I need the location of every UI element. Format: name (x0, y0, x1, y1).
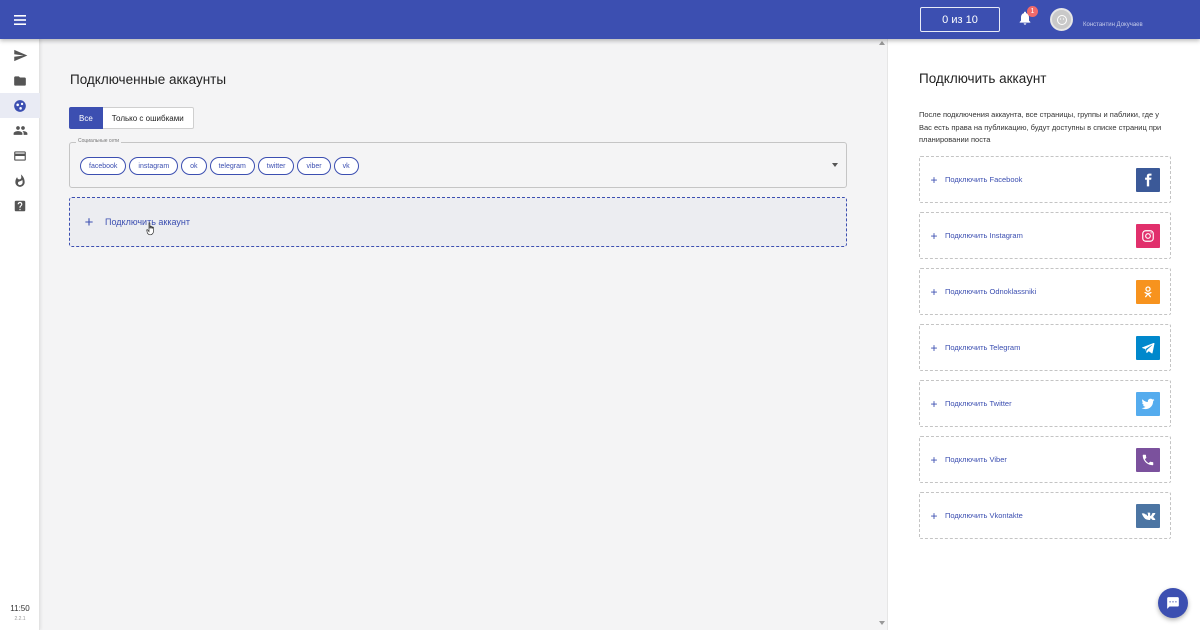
credit-card-icon (14, 150, 26, 161)
social-networks-label: Социальные сети (76, 138, 122, 144)
connect-instagram-button[interactable]: + Подключить Instagram (919, 212, 1171, 259)
connect-twitter-label: Подключить Twitter (945, 399, 1012, 408)
app-version: 2.2.1 (14, 616, 26, 622)
help-icon (14, 200, 26, 211)
facebook-icon (1136, 168, 1160, 192)
sidebar-item-help[interactable] (0, 193, 40, 218)
connect-list: + Подключить Facebook + Подключить Insta… (919, 156, 1171, 548)
vk-icon (1136, 504, 1160, 528)
chat-icon (1167, 597, 1179, 609)
telegram-icon (1136, 336, 1160, 360)
connect-vkontakte-button[interactable]: + Подключить Vkontakte (919, 492, 1171, 539)
sidebar-item-trending[interactable] (0, 168, 40, 193)
plus-icon: + (930, 172, 938, 187)
instagram-icon (1136, 224, 1160, 248)
scroll-down-icon[interactable] (879, 621, 885, 625)
connect-panel-title: Подключить аккаунт (919, 71, 1047, 86)
sidebar: 11:50 2.2.1 (0, 39, 40, 630)
chip-telegram[interactable]: telegram (209, 157, 255, 175)
connect-panel-description: После подключения аккаунта, все страницы… (919, 110, 1162, 144)
connect-telegram-button[interactable]: + Подключить Telegram (919, 324, 1171, 371)
fire-icon (15, 173, 25, 187)
plus-icon: + (930, 284, 938, 299)
notification-count-badge: 1 (1027, 6, 1038, 17)
connect-facebook-label: Подключить Facebook (945, 175, 1023, 184)
social-networks-icon (14, 99, 26, 112)
chip-instagram[interactable]: instagram (129, 157, 179, 175)
connect-odnoklassniki-button[interactable]: + Подключить Odnoklassniki (919, 268, 1171, 315)
connect-telegram-label: Подключить Telegram (945, 343, 1021, 352)
connect-facebook-button[interactable]: + Подключить Facebook (919, 156, 1171, 203)
filter-toggle-group: Все Только с ошибками (69, 107, 194, 129)
chip-facebook[interactable]: facebook (80, 157, 127, 175)
page-title: Подключенные аккаунты (70, 72, 227, 87)
connect-vkontakte-label: Подключить Vkontakte (945, 511, 1023, 520)
chevron-down-icon[interactable] (832, 163, 838, 167)
scroll-up-icon[interactable] (879, 41, 885, 45)
main-content: Подключенные аккаунты Все Только с ошибк… (40, 39, 885, 630)
chat-button[interactable] (1158, 588, 1188, 618)
chip-vk[interactable]: vk (333, 157, 359, 175)
twitter-icon (1136, 392, 1160, 416)
add-account-button[interactable]: + Подключить аккаунт (69, 197, 847, 247)
menu-icon[interactable] (0, 0, 40, 39)
connect-panel: Подключить аккаунт После подключения акк… (887, 39, 1200, 630)
plus-icon: + (930, 508, 938, 523)
connect-viber-button[interactable]: + Подключить Viber (919, 436, 1171, 483)
connect-twitter-button[interactable]: + Подключить Twitter (919, 380, 1171, 427)
avatar[interactable] (1050, 8, 1073, 31)
send-icon (13, 49, 27, 62)
network-chips: facebook instagram ok telegram twitter v… (80, 157, 359, 175)
plus-icon: + (930, 228, 938, 243)
folder-icon (14, 75, 26, 86)
social-networks-select[interactable]: Социальные сети facebook instagram ok te… (69, 138, 847, 188)
sidebar-item-social-networks[interactable] (0, 93, 40, 118)
connect-odnoklassniki-label: Подключить Odnoklassniki (945, 287, 1037, 296)
connect-instagram-label: Подключить Instagram (945, 231, 1023, 240)
plus-icon: + (930, 396, 938, 411)
chip-ok[interactable]: ok (181, 157, 207, 175)
odnoklassniki-icon (1136, 280, 1160, 304)
filter-all-button[interactable]: Все (69, 107, 103, 129)
viber-icon (1136, 448, 1160, 472)
posts-counter-button[interactable]: 0 из 10 (920, 7, 1000, 32)
plus-icon: + (930, 452, 938, 467)
sidebar-item-billing[interactable] (0, 143, 40, 168)
top-bar: 0 из 10 1 Константин Докучаев (0, 0, 1200, 39)
connect-viber-label: Подключить Viber (945, 455, 1007, 464)
filter-errors-button[interactable]: Только с ошибками (102, 107, 194, 129)
users-icon (13, 126, 27, 135)
sidebar-item-posts[interactable] (0, 43, 40, 68)
chip-viber[interactable]: viber (297, 157, 331, 175)
sidebar-item-users[interactable] (0, 118, 40, 143)
plus-icon: + (930, 340, 938, 355)
sidebar-item-files[interactable] (0, 68, 40, 93)
plus-icon: + (84, 213, 94, 231)
user-name[interactable]: Константин Докучаев (1083, 22, 1143, 28)
hand-cursor-icon (146, 222, 154, 236)
clock-time: 11:50 (10, 604, 30, 613)
chip-twitter[interactable]: twitter (257, 157, 295, 175)
